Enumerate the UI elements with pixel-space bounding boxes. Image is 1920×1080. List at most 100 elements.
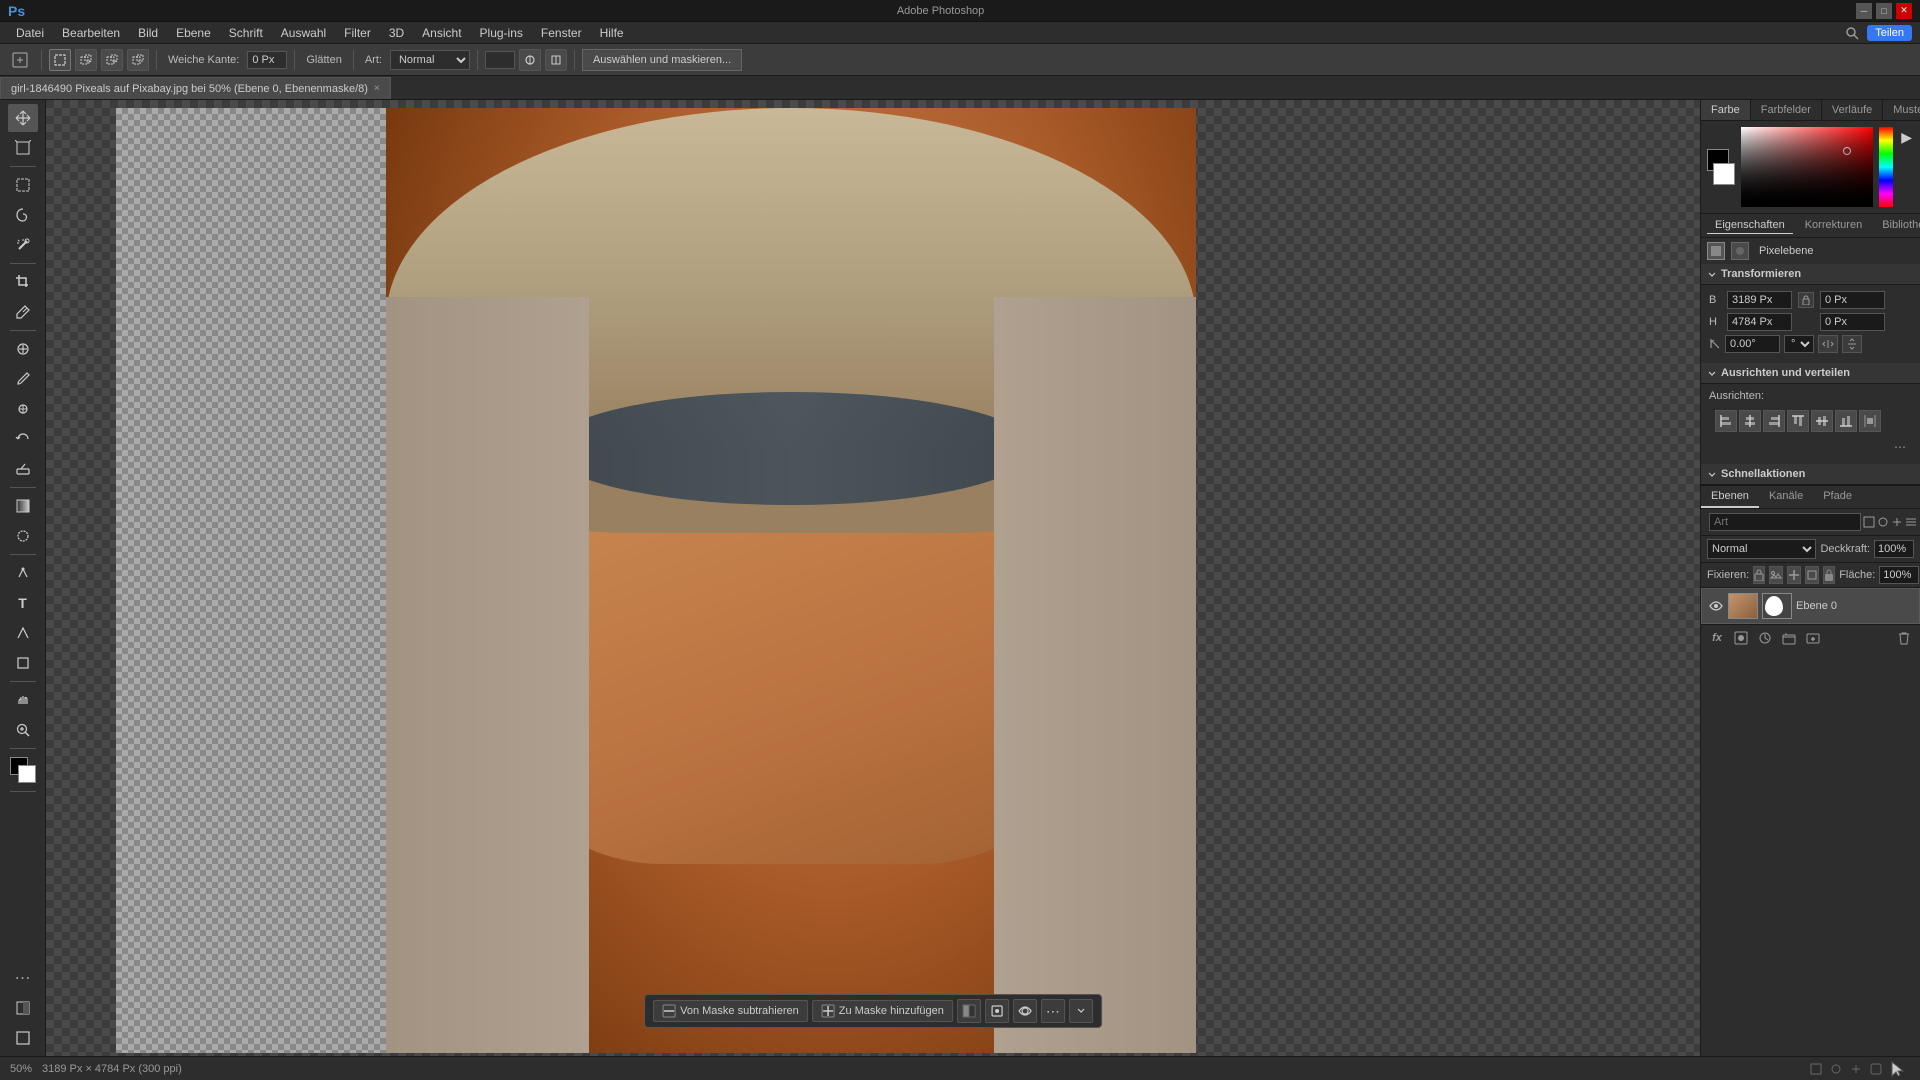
align-middle-btn[interactable] xyxy=(1811,410,1833,432)
lock-artboard-btn[interactable] xyxy=(1805,566,1819,584)
layer-fx-btn[interactable]: fx xyxy=(1707,628,1727,648)
file-tab[interactable]: girl-1846490 Pixeals auf Pixabay.jpg bei… xyxy=(0,77,391,99)
color-swatches-fg-bg[interactable] xyxy=(1707,127,1735,207)
sample-icon-2[interactable] xyxy=(545,49,567,71)
y-input[interactable] xyxy=(1820,313,1885,331)
tab-korrekturen[interactable]: Korrekturen xyxy=(1797,217,1870,234)
flip-h-btn[interactable] xyxy=(1818,335,1838,353)
marquee-tool[interactable] xyxy=(8,171,38,199)
add-new-layer-btn[interactable] xyxy=(1803,628,1823,648)
menu-3d[interactable]: 3D xyxy=(381,24,412,42)
mask-options-btn[interactable] xyxy=(985,999,1009,1023)
quick-mask-btn[interactable] xyxy=(8,994,38,1022)
fill-input[interactable] xyxy=(1879,566,1919,584)
eraser-tool[interactable] xyxy=(8,455,38,483)
tab-close-btn[interactable]: × xyxy=(374,83,380,94)
art-select[interactable]: Normal xyxy=(390,50,470,70)
subtract-selection-btn[interactable]: − xyxy=(101,49,123,71)
angle-unit-select[interactable]: ° xyxy=(1784,335,1814,353)
gradient-tool[interactable] xyxy=(8,492,38,520)
expand-color-btn[interactable]: ▶ xyxy=(1899,127,1914,207)
opacity-value-input[interactable] xyxy=(1874,540,1914,558)
tab-verlaufe[interactable]: Verläufe xyxy=(1822,100,1883,120)
menu-datei[interactable]: Datei xyxy=(8,24,52,42)
opacity-input[interactable] xyxy=(485,51,515,69)
invert-mask-btn[interactable] xyxy=(957,999,981,1023)
new-selection-btn[interactable] xyxy=(49,49,71,71)
tab-kanale[interactable]: Kanäle xyxy=(1759,486,1813,508)
align-header[interactable]: Ausrichten und verteilen xyxy=(1701,363,1920,384)
lock-all-btn[interactable] xyxy=(1823,566,1835,584)
add-adjustment-btn[interactable] xyxy=(1755,628,1775,648)
menu-hilfe[interactable]: Hilfe xyxy=(592,24,632,42)
lock-position-btn[interactable] xyxy=(1787,566,1801,584)
distribute-h-btn[interactable] xyxy=(1859,410,1881,432)
add-selection-btn[interactable]: + xyxy=(75,49,97,71)
crop-tool[interactable] xyxy=(8,268,38,296)
foreground-color[interactable] xyxy=(10,757,36,783)
menu-filter[interactable]: Filter xyxy=(336,24,379,42)
align-right-btn[interactable] xyxy=(1763,410,1785,432)
close-btn[interactable]: ✕ xyxy=(1896,3,1912,19)
magic-wand-tool[interactable] xyxy=(8,231,38,259)
tab-eigenschaften[interactable]: Eigenschaften xyxy=(1707,217,1793,234)
pixel-layer-icon[interactable] xyxy=(1707,242,1725,260)
quick-actions-header[interactable]: Schnellaktionen xyxy=(1701,464,1920,485)
menu-auswahl[interactable]: Auswahl xyxy=(273,24,334,42)
width-input[interactable] xyxy=(1727,291,1792,309)
view-mask-btn[interactable] xyxy=(1013,999,1037,1023)
lock-proportions-btn[interactable] xyxy=(1798,292,1814,308)
menu-fenster[interactable]: Fenster xyxy=(533,24,590,42)
more-options-dots[interactable]: ⋯ xyxy=(1888,438,1912,456)
menu-bild[interactable]: Bild xyxy=(130,24,166,42)
more-tools-btn[interactable]: ⋯ xyxy=(8,964,38,992)
x-input[interactable] xyxy=(1820,291,1885,309)
clone-tool[interactable] xyxy=(8,395,38,423)
tab-farbfelder[interactable]: Farbfelder xyxy=(1751,100,1822,120)
heal-tool[interactable] xyxy=(8,335,38,363)
transform-header[interactable]: Transformieren xyxy=(1701,264,1920,285)
layer-visibility-btn[interactable] xyxy=(1708,598,1724,614)
tab-bibliotheken[interactable]: Bibliotheken xyxy=(1874,217,1920,234)
layer-item-ebene0[interactable]: Ebene 0 xyxy=(1701,588,1920,624)
home-icon[interactable] xyxy=(6,46,34,74)
collapse-toolbar-btn[interactable] xyxy=(1069,999,1093,1023)
add-to-mask-btn[interactable]: Zu Maske hinzufügen xyxy=(812,1000,953,1022)
artboard-tool[interactable] xyxy=(8,134,38,162)
add-group-btn[interactable] xyxy=(1779,628,1799,648)
lock-image-btn[interactable] xyxy=(1769,566,1783,584)
align-left-btn[interactable] xyxy=(1715,410,1737,432)
align-top-btn[interactable] xyxy=(1787,410,1809,432)
flip-v-btn[interactable] xyxy=(1842,335,1862,353)
canvas-area[interactable]: Von Maske subtrahieren Zu Maske hinzufüg… xyxy=(46,100,1700,1056)
blend-mode-select[interactable]: Normal xyxy=(1707,539,1816,559)
color-gradient-field[interactable] xyxy=(1741,127,1873,207)
path-selection-tool[interactable] xyxy=(8,619,38,647)
lasso-tool[interactable] xyxy=(8,201,38,229)
tab-muster[interactable]: Muster xyxy=(1883,100,1920,120)
filter-adjusted-btn[interactable] xyxy=(1877,512,1889,532)
pen-tool[interactable] xyxy=(8,559,38,587)
hand-tool[interactable] xyxy=(8,686,38,714)
intersect-selection-btn[interactable] xyxy=(127,49,149,71)
align-bottom-btn[interactable] xyxy=(1835,410,1857,432)
menu-schrift[interactable]: Schrift xyxy=(221,24,271,42)
eyedropper-tool[interactable] xyxy=(8,298,38,326)
menu-ansicht[interactable]: Ansicht xyxy=(414,24,469,42)
brush-tool[interactable] xyxy=(8,365,38,393)
select-mask-btn[interactable]: Auswählen und maskieren... xyxy=(582,49,742,71)
blur-tool[interactable] xyxy=(8,522,38,550)
zoom-tool[interactable] xyxy=(8,716,38,744)
tab-ebenen[interactable]: Ebenen xyxy=(1701,486,1759,508)
tab-pfade[interactable]: Pfade xyxy=(1813,486,1862,508)
search-icon[interactable] xyxy=(1845,26,1859,40)
menu-ebene[interactable]: Ebene xyxy=(168,24,219,42)
subtract-from-mask-btn[interactable]: Von Maske subtrahieren xyxy=(653,1000,808,1022)
more-options-btn[interactable]: ⋯ xyxy=(1041,999,1065,1023)
layers-filter-input[interactable] xyxy=(1709,513,1861,531)
tab-farbe[interactable]: Farbe xyxy=(1701,100,1751,120)
edge-input[interactable] xyxy=(247,51,287,69)
add-mask-btn[interactable] xyxy=(1731,628,1751,648)
lock-transparent-btn[interactable] xyxy=(1753,566,1765,584)
shape-tool[interactable] xyxy=(8,649,38,677)
